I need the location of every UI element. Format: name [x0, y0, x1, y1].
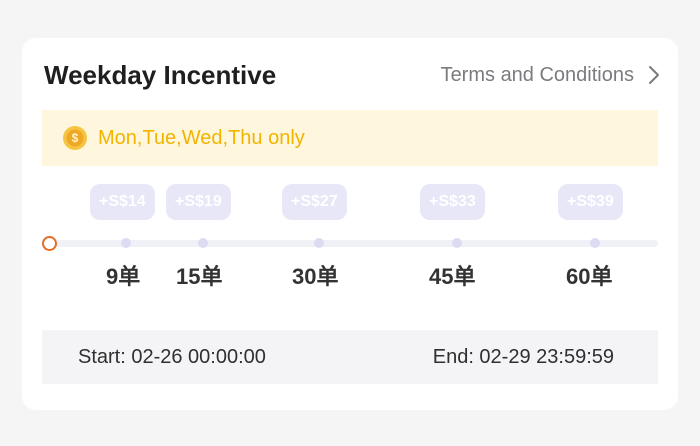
milestone-tick-30	[314, 238, 324, 248]
reward-badge: +S$19	[166, 184, 231, 220]
terms-label: Terms and Conditions	[440, 64, 634, 86]
reward-badge: +S$33	[420, 184, 485, 220]
milestone-label: 60单	[566, 264, 613, 289]
reward-badge: +S$27	[282, 184, 347, 220]
end-time: End: 02-29 23:59:59	[432, 345, 614, 368]
coin-icon: $	[63, 126, 87, 150]
svg-text:$: $	[72, 131, 79, 145]
milestone-label: 9单	[106, 264, 141, 289]
incentive-schedule: Start: 02-26 00:00:00 End: 02-29 23:59:5…	[42, 330, 658, 384]
weekday-banner: $ Mon,Tue,Wed,Thu only	[42, 110, 658, 166]
milestone-label: 45单	[429, 264, 476, 289]
progress-track	[54, 240, 658, 247]
milestone-tick-9	[121, 238, 131, 248]
start-time: Start: 02-26 00:00:00	[78, 345, 266, 368]
reward-badge: +S$39	[558, 184, 623, 220]
incentive-card: Weekday Incentive Terms and Conditions $…	[22, 38, 678, 410]
incentive-progress: +S$14 +S$19 +S$27 +S$33 +S$39 9单 15单 30单…	[22, 176, 678, 301]
milestone-tick-15	[198, 238, 208, 248]
milestone-label: 30单	[292, 264, 339, 289]
banner-text: Mon,Tue,Wed,Thu only	[98, 127, 305, 149]
incentive-title: Weekday Incentive	[44, 60, 277, 90]
chevron-right-icon	[649, 66, 659, 84]
reward-badge: +S$14	[90, 184, 155, 220]
milestone-tick-60	[590, 238, 600, 248]
milestone-label: 15单	[176, 264, 223, 289]
terms-link[interactable]: Terms and Conditions	[441, 62, 660, 88]
progress-start-dot	[42, 236, 57, 251]
milestone-tick-45	[452, 238, 462, 248]
